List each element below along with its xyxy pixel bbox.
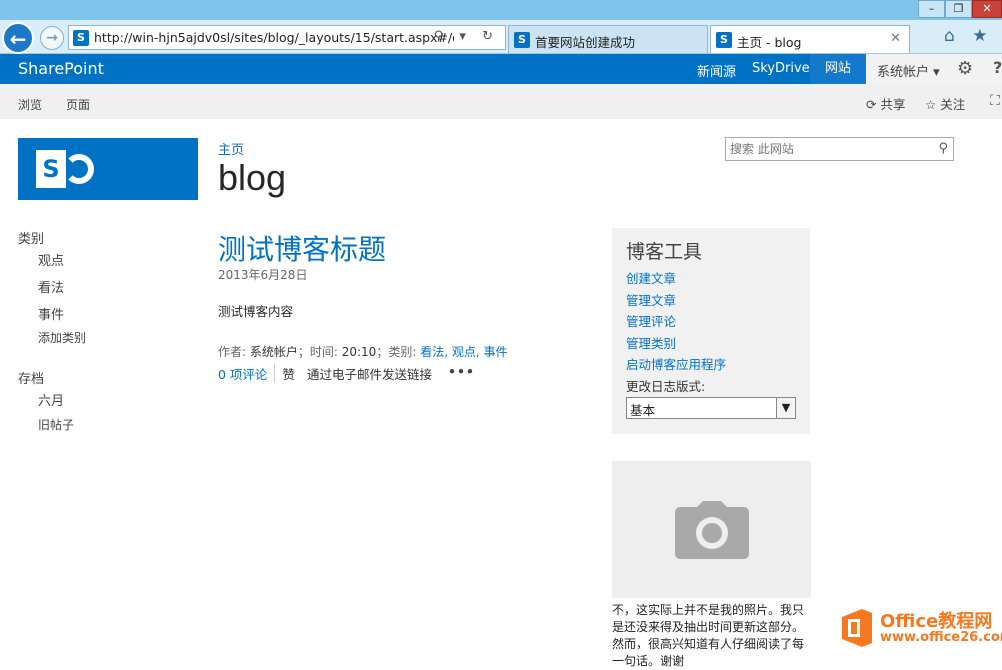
nav-heading-archive[interactable]: 存档 [18,368,44,387]
post-time: 20:10 [342,345,377,359]
maximize-button[interactable]: ❐ [945,0,972,18]
tab-title: 主页 - blog [737,32,801,51]
nav-item-archive[interactable]: 旧帖子 [38,416,74,433]
nav-item-category[interactable]: 观点 [38,250,64,269]
browser-nav-bar: ← → S http://win-hjn5ajdv0sl/sites/blog/… [0,20,1002,54]
browser-tab-home-blog[interactable]: S 主页 - blog ✕ [710,25,910,53]
search-box: ⚲ [725,137,954,161]
email-link-button[interactable]: 通过电子邮件发送链接 [307,364,448,383]
browser-title-bar: – ❐ ✕ [0,0,1002,20]
share-icon: ⟳ [866,97,876,112]
forward-arrow-icon[interactable]: → [40,26,64,50]
nav-item-category[interactable]: 看法 [38,277,64,296]
breadcrumb[interactable]: 主页 [218,139,244,158]
minimize-button[interactable]: – [918,0,945,18]
address-tools-icons[interactable]: ⚲ ▾ ↻ [434,29,499,44]
tab-title: 首要网站创建成功 [535,32,635,51]
more-options-icon[interactable]: ••• [448,364,475,379]
nav-heading-categories[interactable]: 类别 [18,228,44,247]
tool-link-create-post[interactable]: 创建文章 [626,268,676,287]
office-logo-icon [838,607,876,649]
post-meta: 作者: 系统帐户；时间: 20:10；类别: 看法, 观点, 事件 [218,343,507,360]
browser-tab-created[interactable]: S 首要网站创建成功 [508,25,708,53]
search-input[interactable] [730,141,925,157]
sharepoint-brand[interactable]: SharePoint [18,59,104,78]
tab-page[interactable]: 页面 [66,96,90,113]
browser-tool-icons[interactable]: ⌂ ★ ⚙ [944,26,1002,46]
post-date: 2013年6月28日 [218,266,307,283]
layout-selected-value: 基本 [630,400,655,419]
photo-placeholder [612,461,811,598]
nav-item-add-category[interactable]: 添加类别 [38,329,86,346]
watermark-url: www.office26.com [880,630,1002,645]
like-button[interactable]: 赞 [275,364,307,383]
logo-arc-shape [64,154,94,184]
address-url[interactable]: http://win-hjn5ajdv0sl/sites/blog/_layou… [94,30,454,45]
post-body: 测试博客内容 [218,301,293,320]
blog-tools-title: 博客工具 [626,237,702,264]
account-area: 系统帐户 ▾ [866,54,1002,84]
suite-link-sites[interactable]: 网站 [810,54,866,84]
sharepoint-favicon-icon: S [716,32,732,48]
suite-bar: SharePoint 新闻源 SkyDrive 网站 系统帐户 ▾ ⚙ ? [0,54,1002,84]
star-icon: ☆ [925,97,936,112]
nav-item-archive[interactable]: 六月 [38,390,64,409]
back-arrow-icon[interactable]: ← [2,22,34,54]
photo-caption: 不，这实际上并不是我的照片。我只是还没来得及抽出时间更新这部分。然而，很高兴知道… [612,602,808,670]
share-label: 共享 [880,97,905,112]
dropdown-arrow-icon[interactable]: ▼ [776,398,795,418]
suite-link-newsfeed[interactable]: 新闻源 [697,61,736,80]
post-actions: 0 项评论赞通过电子邮件发送链接••• [218,364,475,383]
tool-link-manage-categories[interactable]: 管理类别 [626,333,676,352]
camera-icon [675,501,749,559]
gear-icon[interactable]: ⚙ [957,58,973,79]
layout-select[interactable]: 基本 ▼ [626,397,796,419]
logo-s-icon: S [36,150,66,188]
suite-link-skydrive[interactable]: SkyDrive [752,61,810,76]
site-logo[interactable]: S [18,138,198,200]
address-bar[interactable]: S http://win-hjn5ajdv0sl/sites/blog/_lay… [68,25,506,50]
tab-browse[interactable]: 浏览 [18,96,42,113]
blog-tools-panel: 博客工具 创建文章 管理文章 管理评论 管理类别 启动博客应用程序 更改日志版式… [612,228,810,434]
tab-close-icon[interactable]: ✕ [890,31,901,46]
help-icon[interactable]: ? [993,58,1002,77]
ribbon: 浏览 页面 ⟳ 共享 ☆ 关注 ⛶ [0,84,1002,119]
search-icon[interactable]: ⚲ [938,141,948,156]
nav-item-category[interactable]: 事件 [38,304,64,323]
sharepoint-favicon-icon: S [514,32,530,48]
share-button[interactable]: ⟳ 共享 [866,94,905,113]
follow-button[interactable]: ☆ 关注 [925,94,965,113]
tool-link-manage-posts[interactable]: 管理文章 [626,290,676,309]
time-label: ；时间: [298,345,342,359]
account-menu[interactable]: 系统帐户 ▾ [877,61,940,80]
close-window-button[interactable]: ✕ [972,0,1002,18]
page-title[interactable]: blog [218,157,286,199]
post-categories[interactable]: 看法, 观点, 事件 [420,345,507,359]
author-name: 系统帐户 [250,345,298,359]
post-title[interactable]: 测试博客标题 [218,228,386,268]
tool-link-manage-comments[interactable]: 管理评论 [626,311,676,330]
category-label: ；类别: [376,345,420,359]
comments-link[interactable]: 0 项评论 [218,364,275,383]
focus-content-icon[interactable]: ⛶ [990,93,1000,109]
layout-label: 更改日志版式: [626,376,705,395]
sharepoint-favicon-icon: S [73,30,89,46]
watermark: Office教程网 www.office26.com [836,603,1002,653]
author-label: 作者: [218,345,250,359]
tool-link-launch-blog-app[interactable]: 启动博客应用程序 [626,354,726,373]
follow-label: 关注 [940,97,965,112]
